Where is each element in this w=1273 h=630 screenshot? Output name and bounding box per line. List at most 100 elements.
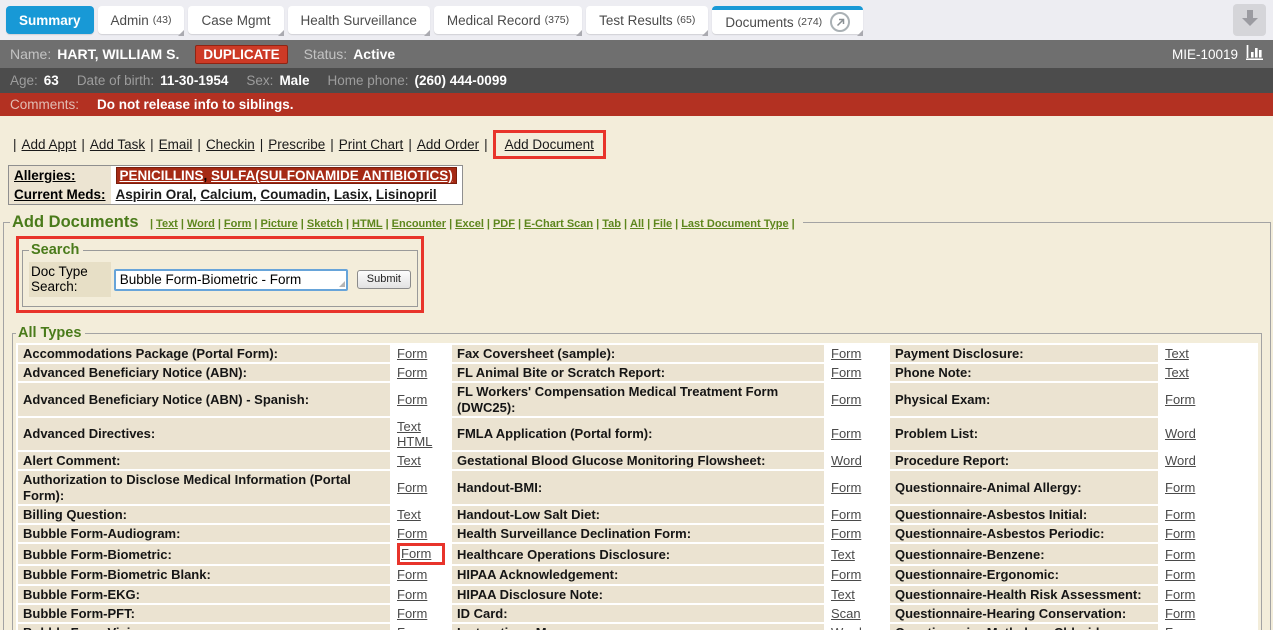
current-meds-label[interactable]: Current Meds: <box>14 187 106 202</box>
tab-documents[interactable]: Documents(274) <box>712 6 863 34</box>
doc-link-form[interactable]: Form <box>1165 507 1195 522</box>
add-doc-type-file[interactable]: File <box>653 218 672 230</box>
doc-link-form[interactable]: Form <box>831 392 861 407</box>
allergy-penicillins[interactable]: PENICILLINS <box>120 168 204 183</box>
doc-type-link-cell: Form <box>1160 506 1256 523</box>
tab-admin[interactable]: Admin(43) <box>98 6 185 34</box>
duplicate-badge[interactable]: DUPLICATE <box>195 45 287 64</box>
doc-type-link-cell: Form <box>826 383 888 415</box>
doc-link-form[interactable]: Form <box>397 346 427 361</box>
add-doc-type-e-chart-scan[interactable]: E-Chart Scan <box>524 218 593 230</box>
submit-button[interactable]: Submit <box>357 270 411 289</box>
doc-link-text[interactable]: Text <box>397 453 421 468</box>
action-add-document[interactable]: Add Document <box>505 137 594 152</box>
doc-type-label: Gestational Blood Glucose Monitoring Flo… <box>452 452 824 469</box>
doc-link-form[interactable]: Form <box>1165 625 1195 630</box>
tab-health-surveillance[interactable]: Health Surveillance <box>288 6 430 34</box>
add-doc-type-all[interactable]: All <box>630 218 644 230</box>
doc-link-form[interactable]: Form <box>1165 526 1195 541</box>
download-button[interactable] <box>1233 4 1266 36</box>
doc-link-form[interactable]: Form <box>397 587 427 602</box>
doc-link-form[interactable]: Form <box>831 526 861 541</box>
doc-link-text[interactable]: Text <box>1165 346 1189 361</box>
patient-sex: Male <box>279 73 309 88</box>
separator: | <box>13 137 17 152</box>
doc-link-word[interactable]: Word <box>1165 453 1196 468</box>
doc-link-text[interactable]: Text <box>1165 365 1189 380</box>
doc-link-form[interactable]: Form <box>831 346 861 361</box>
doc-link-form[interactable]: Form <box>831 567 861 582</box>
doc-type-label: FMLA Application (Portal form): <box>452 418 824 450</box>
med-lasix[interactable]: Lasix <box>334 187 369 202</box>
med-coumadin[interactable]: Coumadin <box>260 187 326 202</box>
doc-link-text[interactable]: Text <box>397 419 421 434</box>
add-doc-type-word[interactable]: Word <box>187 218 215 230</box>
doc-link-form[interactable]: Form <box>397 606 427 621</box>
action-add-order[interactable]: Add Order <box>417 137 479 152</box>
doc-type-row: Bubble Form-Vision:FormInstructions-Mamm… <box>18 624 1256 630</box>
doc-link-form[interactable]: Form <box>397 526 427 541</box>
tab-summary[interactable]: Summary <box>6 6 94 34</box>
doc-link-form[interactable]: Form <box>831 426 861 441</box>
doc-link-html[interactable]: HTML <box>397 434 432 449</box>
doc-link-text[interactable]: Text <box>397 507 421 522</box>
doc-link-word[interactable]: Word <box>831 625 862 630</box>
doc-link-form[interactable]: Form <box>1165 587 1195 602</box>
doc-link-form[interactable]: Form <box>1165 547 1195 562</box>
popout-icon[interactable] <box>830 12 850 32</box>
doc-link-form[interactable]: Form <box>1165 567 1195 582</box>
doc-link-form[interactable]: Form <box>397 365 427 380</box>
doc-link-scan[interactable]: Scan <box>831 606 861 621</box>
phone-label: Home phone: <box>327 73 408 88</box>
doc-type-label: FL Animal Bite or Scratch Report: <box>452 364 824 381</box>
action-prescribe[interactable]: Prescribe <box>268 137 325 152</box>
doc-link-form[interactable]: Form <box>1165 392 1195 407</box>
tab-medical-record[interactable]: Medical Record(375) <box>434 6 582 34</box>
doc-type-link-cell: Form <box>1160 471 1256 503</box>
doc-link-form[interactable]: Form <box>397 567 427 582</box>
doc-link-form[interactable]: Form <box>831 480 861 495</box>
doc-link-form[interactable]: Form <box>1165 606 1195 621</box>
doc-type-link-cell: Word <box>1160 418 1256 450</box>
allergies-label[interactable]: Allergies: <box>14 168 76 183</box>
add-doc-type-excel[interactable]: Excel <box>455 218 484 230</box>
patient-mrn: MIE-10019 <box>1172 47 1238 62</box>
add-doc-type-text[interactable]: Text <box>156 218 178 230</box>
doc-type-link-cell: Form <box>392 586 450 603</box>
doc-link-form[interactable]: Form <box>397 392 427 407</box>
doc-link-word[interactable]: Word <box>831 453 862 468</box>
doc-link-word[interactable]: Word <box>1165 426 1196 441</box>
add-doc-type-html[interactable]: HTML <box>352 218 383 230</box>
doc-type-search-input[interactable] <box>114 269 348 291</box>
add-doc-type-last-document-type[interactable]: Last Document Type <box>681 218 788 230</box>
allergy-sulfa-sulfonamide-antibiotics[interactable]: SULFA(SULFONAMIDE ANTIBIOTICS) <box>211 168 453 183</box>
add-doc-type-pdf[interactable]: PDF <box>493 218 515 230</box>
patient-dob: 11-30-1954 <box>160 73 228 88</box>
tab-case-mgmt[interactable]: Case Mgmt <box>188 6 283 34</box>
action-add-task[interactable]: Add Task <box>90 137 145 152</box>
action-add-appt[interactable]: Add Appt <box>22 137 77 152</box>
doc-link-form[interactable]: Form <box>831 365 861 380</box>
add-doc-type-tab[interactable]: Tab <box>602 218 621 230</box>
tab-test-results[interactable]: Test Results(65) <box>586 6 708 34</box>
doc-link-text[interactable]: Text <box>831 587 855 602</box>
action-checkin[interactable]: Checkin <box>206 137 255 152</box>
doc-link-form[interactable]: Form <box>397 625 427 630</box>
doc-link-form[interactable]: Form <box>831 507 861 522</box>
action-email[interactable]: Email <box>159 137 193 152</box>
med-lisinopril[interactable]: Lisinopril <box>376 187 437 202</box>
add-doc-type-encounter[interactable]: Encounter <box>392 218 446 230</box>
add-doc-type-sketch[interactable]: Sketch <box>307 218 343 230</box>
tab-label: Medical Record <box>447 13 541 28</box>
doc-link-form[interactable]: Form <box>397 480 427 495</box>
doc-link-text[interactable]: Text <box>831 547 855 562</box>
bar-chart-icon[interactable] <box>1246 45 1263 63</box>
add-doc-type-picture[interactable]: Picture <box>261 218 298 230</box>
doc-type-row: Billing Question:TextHandout-Low Salt Di… <box>18 506 1256 523</box>
doc-link-form[interactable]: Form <box>401 546 431 561</box>
med-calcium[interactable]: Calcium <box>200 187 253 202</box>
action-print-chart[interactable]: Print Chart <box>339 137 404 152</box>
add-doc-type-form[interactable]: Form <box>224 218 252 230</box>
med-aspirin-oral[interactable]: Aspirin Oral <box>116 187 193 202</box>
doc-link-form[interactable]: Form <box>1165 480 1195 495</box>
